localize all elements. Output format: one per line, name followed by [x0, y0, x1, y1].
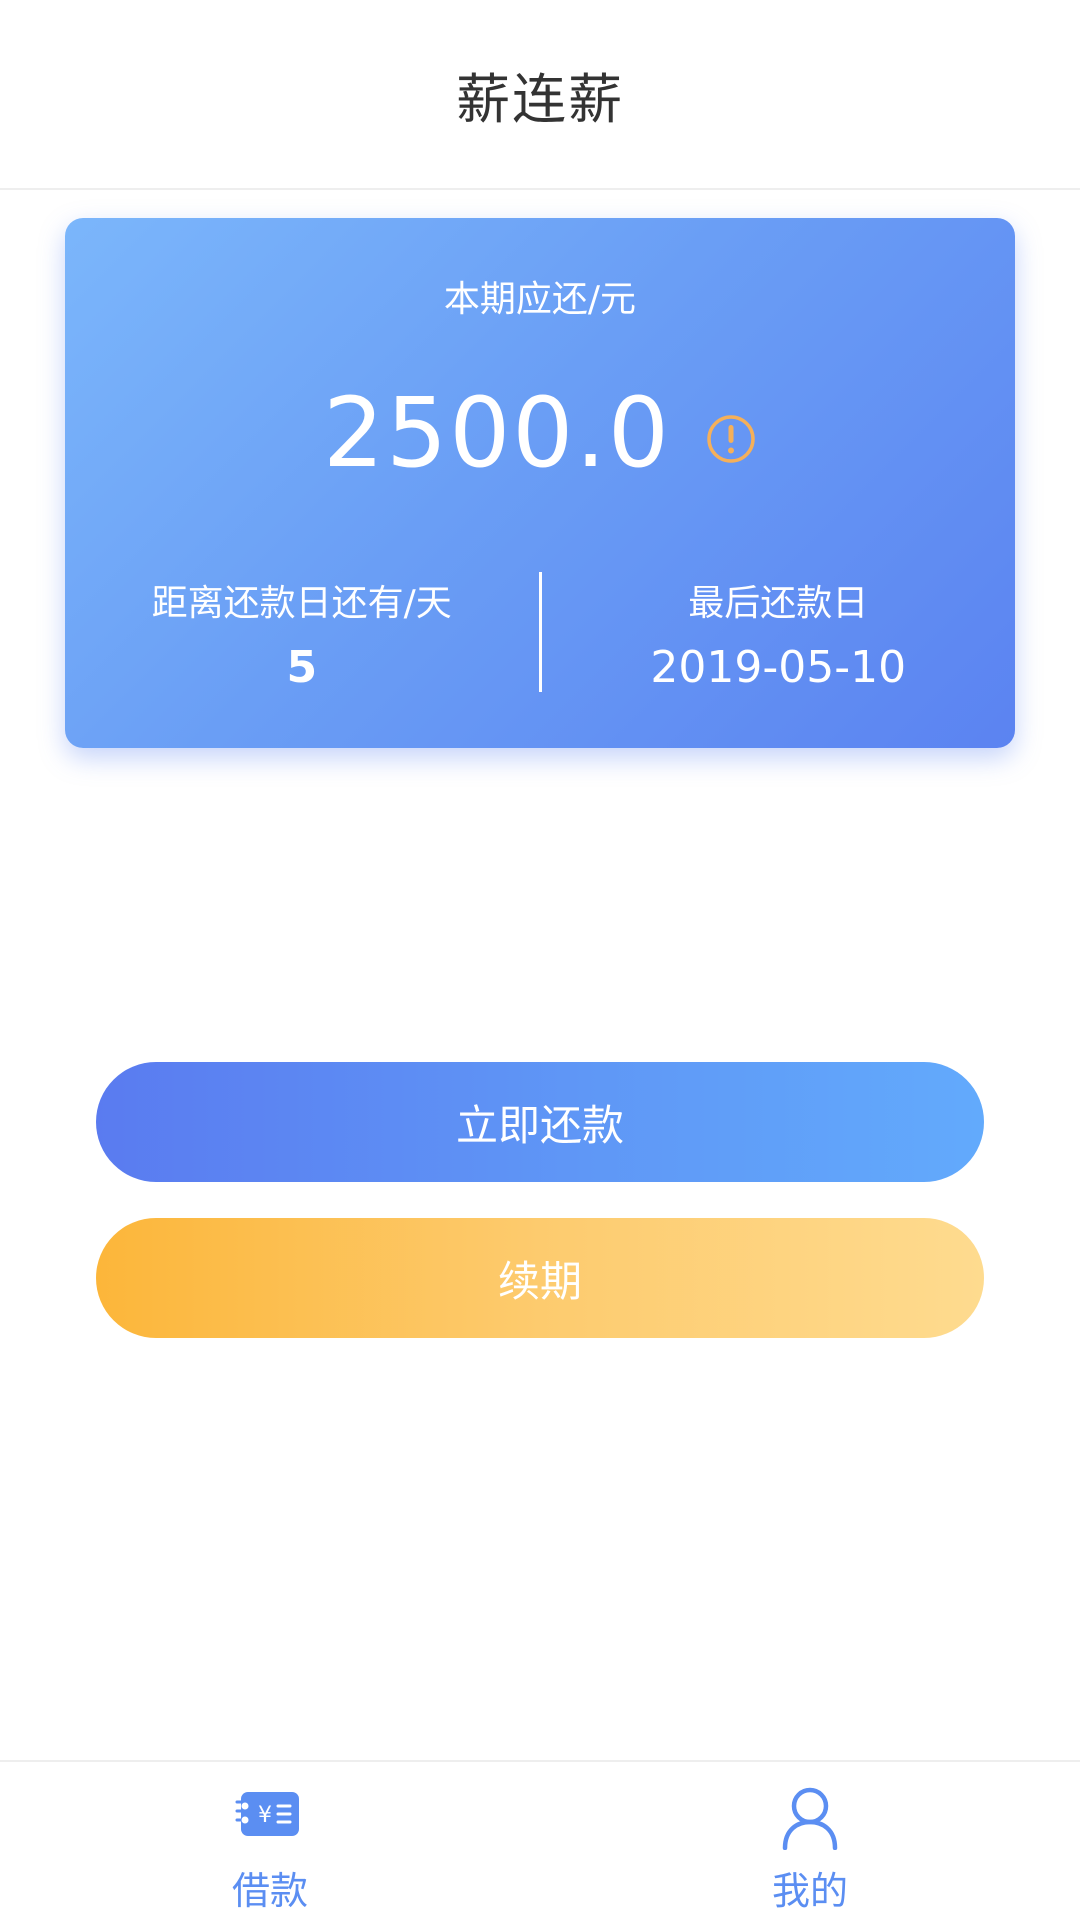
top-bar: 薪连薪 — [0, 0, 1080, 190]
repayment-stats: 距离还款日还有/天 5 最后还款日 2019-05-10 — [65, 568, 1015, 698]
amount-label: 本期应还/元 — [443, 279, 637, 320]
amount-value: 2500.0 — [323, 377, 671, 489]
due-date-value: 2019-05-10 — [650, 642, 907, 693]
repayment-card: 本期应还/元 2500.0 距离还款日还有/天 5 最后还款日 2019-05-… — [65, 218, 1015, 748]
nav-item-mine[interactable]: 我的 — [540, 1762, 1080, 1920]
nav-label-loan: 借款 — [231, 1869, 308, 1913]
nav-label-mine: 我的 — [771, 1869, 848, 1913]
svg-text:¥: ¥ — [258, 1803, 272, 1828]
due-date-label: 最后还款日 — [688, 583, 869, 624]
days-remaining-label: 距离还款日还有/天 — [151, 583, 452, 624]
page-title: 薪连薪 — [456, 67, 624, 131]
loan-icon: ¥ — [235, 1792, 299, 1836]
amount-row: 2500.0 — [65, 368, 1015, 498]
user-icon — [782, 1787, 838, 1850]
renew-button[interactable]: 续期 — [96, 1218, 984, 1338]
warning-icon[interactable] — [705, 413, 757, 465]
nav-item-loan[interactable]: ¥ 借款 — [0, 1762, 540, 1920]
due-date-stat: 最后还款日 2019-05-10 — [542, 568, 1016, 698]
repay-now-button[interactable]: 立即还款 — [96, 1062, 984, 1182]
days-remaining-stat: 距离还款日还有/天 5 — [65, 568, 539, 698]
days-remaining-value: 5 — [286, 642, 318, 693]
bottom-nav: ¥ 借款 我的 — [0, 1760, 1080, 1920]
